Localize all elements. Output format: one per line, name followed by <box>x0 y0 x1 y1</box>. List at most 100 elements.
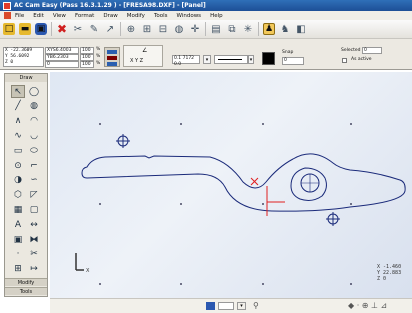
scale-z-field[interactable]: 0 <box>45 61 79 68</box>
fillet-icon[interactable]: ⌐ <box>27 159 41 172</box>
layer-color-icon[interactable]: ◧ <box>295 23 307 35</box>
rotation-panel: ∠ X Y Z <box>123 45 163 67</box>
offset-icon[interactable]: ▢ <box>27 203 41 216</box>
mirror-icon[interactable]: ⧓ <box>27 233 41 246</box>
modify-tab[interactable]: Modify <box>5 278 47 286</box>
draw-palette: Draw Modify Tools ↖ ◯ ╱ ◍ ∧ ◠ ∿ ◡ ▭ ⬭ ⊙ ⌐ ◑ ∽ ⬡ ◸ ▦ ▢ A ↔ ▣ ⧓… <box>4 73 48 297</box>
part-outline[interactable] <box>81 153 406 212</box>
extend-icon[interactable]: ↦ <box>27 263 41 276</box>
selected-field[interactable]: 0 <box>362 47 382 54</box>
polygon-icon[interactable]: ⬡ <box>11 189 25 202</box>
align-buttons[interactable] <box>104 47 120 67</box>
toolbar-separator <box>205 22 206 36</box>
menu-help[interactable]: Help <box>210 13 223 19</box>
drawing-canvas[interactable]: X X -1.460 Y 22.883 Z 0 <box>50 72 412 298</box>
ellipse-arc-icon[interactable]: ◑ <box>11 174 25 187</box>
open-folder-icon[interactable]: ▬ <box>19 23 31 35</box>
curve-icon[interactable]: ∽ <box>27 174 41 187</box>
layer-status-icon[interactable] <box>206 302 215 310</box>
coordinate-readout: X -22.3609 Y 56.6092 Z 0 <box>3 47 44 67</box>
box-status-icon[interactable] <box>218 302 234 310</box>
arc-3p-icon[interactable]: ◡ <box>27 129 41 142</box>
menu-edit[interactable]: Edit <box>33 13 44 19</box>
menu-modify[interactable]: Modify <box>127 13 145 19</box>
color-swatch[interactable] <box>262 52 275 65</box>
cut-icon[interactable]: ✂ <box>72 23 84 35</box>
globe-icon[interactable]: ◍ <box>173 23 185 35</box>
property-bar: X -22.3609 Y 56.6092 Z 0 XYS6.4003 100 %… <box>0 39 412 70</box>
menu-windows[interactable]: Windows <box>177 13 202 19</box>
scale-x-percent-field[interactable]: 100 <box>80 47 94 54</box>
scale-x-field[interactable]: XYS6.4003 <box>45 47 79 54</box>
paint-icon[interactable]: ✎ <box>88 23 100 35</box>
linetype-dropdown-chevron-icon[interactable]: ▾ <box>203 55 211 64</box>
pointer-icon[interactable]: ↖ <box>11 85 25 98</box>
polyline-icon[interactable]: ∧ <box>11 115 25 128</box>
lineweight-dropdown-chevron-icon[interactable]: ▾ <box>248 55 254 64</box>
hatch-icon[interactable]: ▦ <box>11 203 25 216</box>
table-icon[interactable]: ⊟ <box>157 23 169 35</box>
ref-hole-right[interactable] <box>326 212 340 226</box>
circle-icon[interactable]: ◯ <box>27 85 41 98</box>
arrow-icon[interactable]: ↗ <box>104 23 116 35</box>
document-icon[interactable] <box>4 12 11 19</box>
inner-slot[interactable] <box>290 167 327 201</box>
menu-format[interactable]: Format <box>75 13 94 19</box>
line-icon[interactable]: ╱ <box>11 100 25 113</box>
insert-icon[interactable]: ⊞ <box>11 263 25 276</box>
pin-icon[interactable]: ⚲ <box>253 301 259 310</box>
tools-tab[interactable]: Tools <box>5 287 47 295</box>
snap-field[interactable]: 0 <box>282 57 304 65</box>
save-disk-icon[interactable]: ▣ <box>35 23 47 35</box>
snap-status-icon[interactable]: ◆ · ⊕ ⊥ ⊿ <box>348 301 387 310</box>
as-active-checkbox[interactable] <box>342 58 347 63</box>
menu-view[interactable]: View <box>53 13 66 19</box>
circle-center-icon[interactable]: ⊙ <box>11 159 25 172</box>
delete-x-icon[interactable]: ✖ <box>56 22 68 36</box>
text-icon[interactable]: A <box>11 218 25 231</box>
trim-icon[interactable]: ✂ <box>27 248 41 261</box>
cursor-readout: X -1.460 Y 22.883 Z 0 <box>377 264 401 282</box>
copy-icon[interactable]: ⧉ <box>226 23 238 35</box>
chamfer-icon[interactable]: ◸ <box>27 189 41 202</box>
new-file-icon[interactable]: □ <box>3 23 15 35</box>
point-icon[interactable]: · <box>11 248 25 261</box>
circle-3p-icon[interactable]: ◍ <box>27 100 41 113</box>
window-title: AC Cam Easy (Pass 16.3.1.29 ) - [FRESA98… <box>14 2 206 9</box>
arc-icon[interactable]: ◠ <box>27 115 41 128</box>
menu-tools[interactable]: Tools <box>154 13 168 19</box>
scale-y-field[interactable]: YB6.2303 <box>45 54 79 61</box>
unit-label-2: % <box>96 54 101 59</box>
rect-icon[interactable]: ▭ <box>11 144 25 157</box>
unit-label-3: % <box>96 61 101 66</box>
person-alt-icon[interactable]: ♞ <box>279 23 291 35</box>
origin-marker <box>250 177 285 216</box>
block-icon[interactable]: ▣ <box>11 233 25 246</box>
as-active-label: As active <box>351 57 372 62</box>
axis-x-label: X <box>86 268 90 274</box>
spline-icon[interactable]: ∿ <box>11 129 25 142</box>
ucs-axis-icon: X <box>75 253 90 274</box>
rotation-angle-icon: ∠ <box>142 47 148 54</box>
menu-file[interactable]: File <box>15 13 24 19</box>
zoom-in-icon[interactable]: ⊕ <box>125 23 137 35</box>
dropdown-chevron-icon[interactable]: ▾ <box>237 302 246 310</box>
scale-y-percent-field[interactable]: 100 <box>80 54 94 61</box>
ref-hole-left[interactable] <box>116 134 130 148</box>
lineweight-select[interactable] <box>214 55 248 64</box>
left-status-area <box>0 298 50 313</box>
axis-selector-label[interactable]: X Y Z <box>130 58 143 64</box>
dimension-icon[interactable]: ↔ <box>27 218 41 231</box>
align-top-icon <box>107 50 117 54</box>
person-icon[interactable]: ♟ <box>263 23 275 35</box>
unit-label-1: % <box>96 47 101 52</box>
linetype-field[interactable]: 0.1 7172 0.0 <box>172 55 200 67</box>
menu-bar: File Edit View Format Draw Modify Tools … <box>0 11 412 20</box>
zoom-window-icon[interactable]: ⊞ <box>141 23 153 35</box>
pan-icon[interactable]: ✛ <box>189 23 201 35</box>
ellipse-icon[interactable]: ⬭ <box>27 144 41 157</box>
menu-draw[interactable]: Draw <box>103 13 117 19</box>
layers-icon[interactable]: ▤ <box>210 23 222 35</box>
star-icon[interactable]: ✳ <box>242 23 254 35</box>
scale-z-percent-field[interactable]: 100 <box>80 61 94 68</box>
